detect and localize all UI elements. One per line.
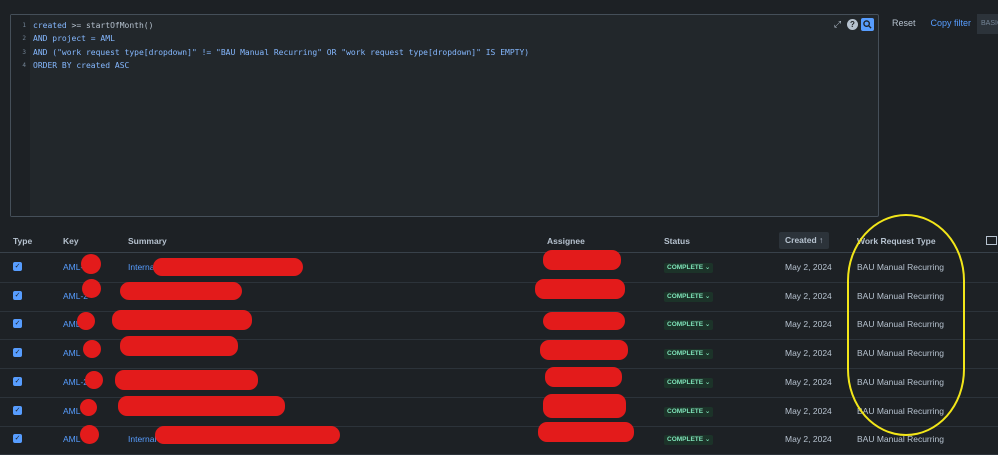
code-token: AND ("work request type[dropdown]" != "B… [33,47,530,57]
redaction-mark [81,254,101,274]
line-number: 4 [22,61,26,69]
code-token: ORDER BY created ASC [33,60,130,70]
created-date: May 2, 2024 [785,319,832,330]
redaction-mark [120,336,238,356]
code-token: >= startOfMonth() [66,21,154,30]
code-text: created >= startOfMonth() [33,19,153,32]
redaction-mark [543,394,626,418]
redaction-mark [80,399,97,416]
checkbox-icon[interactable]: ✓ [13,405,22,415]
created-date: May 2, 2024 [785,290,832,301]
code-text: ORDER BY created ASC [33,59,129,72]
issue-key-link[interactable]: AML [63,406,80,416]
redaction-mark [120,282,242,300]
redaction-mark [77,312,95,330]
redaction-mark [85,371,103,389]
column-header-summary[interactable]: Summary [128,236,167,246]
checkbox-icon[interactable]: ✓ [13,376,22,386]
basic-mode-button[interactable]: BASIC [977,14,998,34]
checkbox-icon[interactable]: ✓ [13,434,22,444]
checkbox-icon[interactable]: ✓ [13,262,22,271]
redaction-mark [112,310,252,330]
checkbox-icon[interactable]: ✓ [13,348,22,358]
column-header-key[interactable]: Key [63,236,79,246]
table-row[interactable]: ✓ AML Internal COMPLETE ⌄ May 2, 2024 BAU Man… [0,425,998,455]
created-date: May 2, 2024 [785,348,832,359]
redaction-mark [545,367,622,387]
issue-key-link[interactable]: AML [63,348,80,358]
redaction-mark [155,426,340,444]
checkbox-icon[interactable]: ✓ [13,319,22,329]
created-date: May 2, 2024 [785,434,832,445]
column-view-icon[interactable] [986,236,997,245]
redaction-mark [82,279,101,298]
redaction-mark [543,312,625,330]
status-badge[interactable]: COMPLETE ⌄ [664,291,714,302]
code-text: AND project = AML [33,32,115,45]
issue-summary-link[interactable]: Internal [128,434,156,444]
checkbox-icon[interactable]: ✓ [13,290,22,300]
status-badge[interactable]: COMPLETE ⌄ [664,320,714,331]
search-icon[interactable] [861,18,874,31]
created-date: May 2, 2024 [785,262,832,272]
redaction-mark [153,258,303,276]
redaction-mark [538,422,634,442]
code-text: AND ("work request type[dropdown]" != "B… [33,46,529,59]
redaction-mark [118,396,285,416]
status-badge[interactable]: COMPLETE ⌄ [664,263,714,273]
code-token: AND project = AML [33,34,115,44]
issue-key-link[interactable]: AML [63,434,80,444]
redaction-mark [80,425,99,444]
column-header-assignee[interactable]: Assignee [547,236,585,246]
status-badge[interactable]: COMPLETE ⌄ [664,435,714,446]
line-number: 1 [22,22,26,29]
redaction-mark [115,370,258,390]
status-badge[interactable]: COMPLETE ⌄ [664,377,714,388]
copy-filter-button[interactable]: Copy filter [931,18,972,28]
line-number: 2 [22,35,26,43]
editor-tools: ⤢ ? [831,18,874,31]
reset-button[interactable]: Reset [892,18,916,28]
status-badge[interactable]: COMPLETE ⌄ [664,349,714,360]
filter-actions: Reset Copy filter [892,18,971,28]
help-icon[interactable]: ? [847,19,858,30]
created-date: May 2, 2024 [785,376,832,387]
redaction-mark [540,340,628,360]
line-number: 3 [22,48,26,56]
column-header-created[interactable]: Created ↑ [779,232,830,249]
issue-summary-link[interactable]: Interna [128,262,154,272]
jql-editor[interactable]: 1 created >= startOfMonth() 2 AND project =… [10,14,879,217]
annotation-highlight [847,214,965,436]
redaction-mark [535,279,625,299]
redaction-mark [543,250,621,270]
column-header-status[interactable]: Status [664,236,690,246]
table-header: Type Key Summary Assignee Status Created… [0,230,998,253]
redaction-mark [83,340,101,358]
column-header-type[interactable]: Type [13,236,32,246]
expand-icon[interactable]: ⤢ [831,18,844,31]
code-token: created [33,21,67,30]
created-date: May 2, 2024 [785,405,832,416]
status-badge[interactable]: COMPLETE ⌄ [664,406,714,417]
